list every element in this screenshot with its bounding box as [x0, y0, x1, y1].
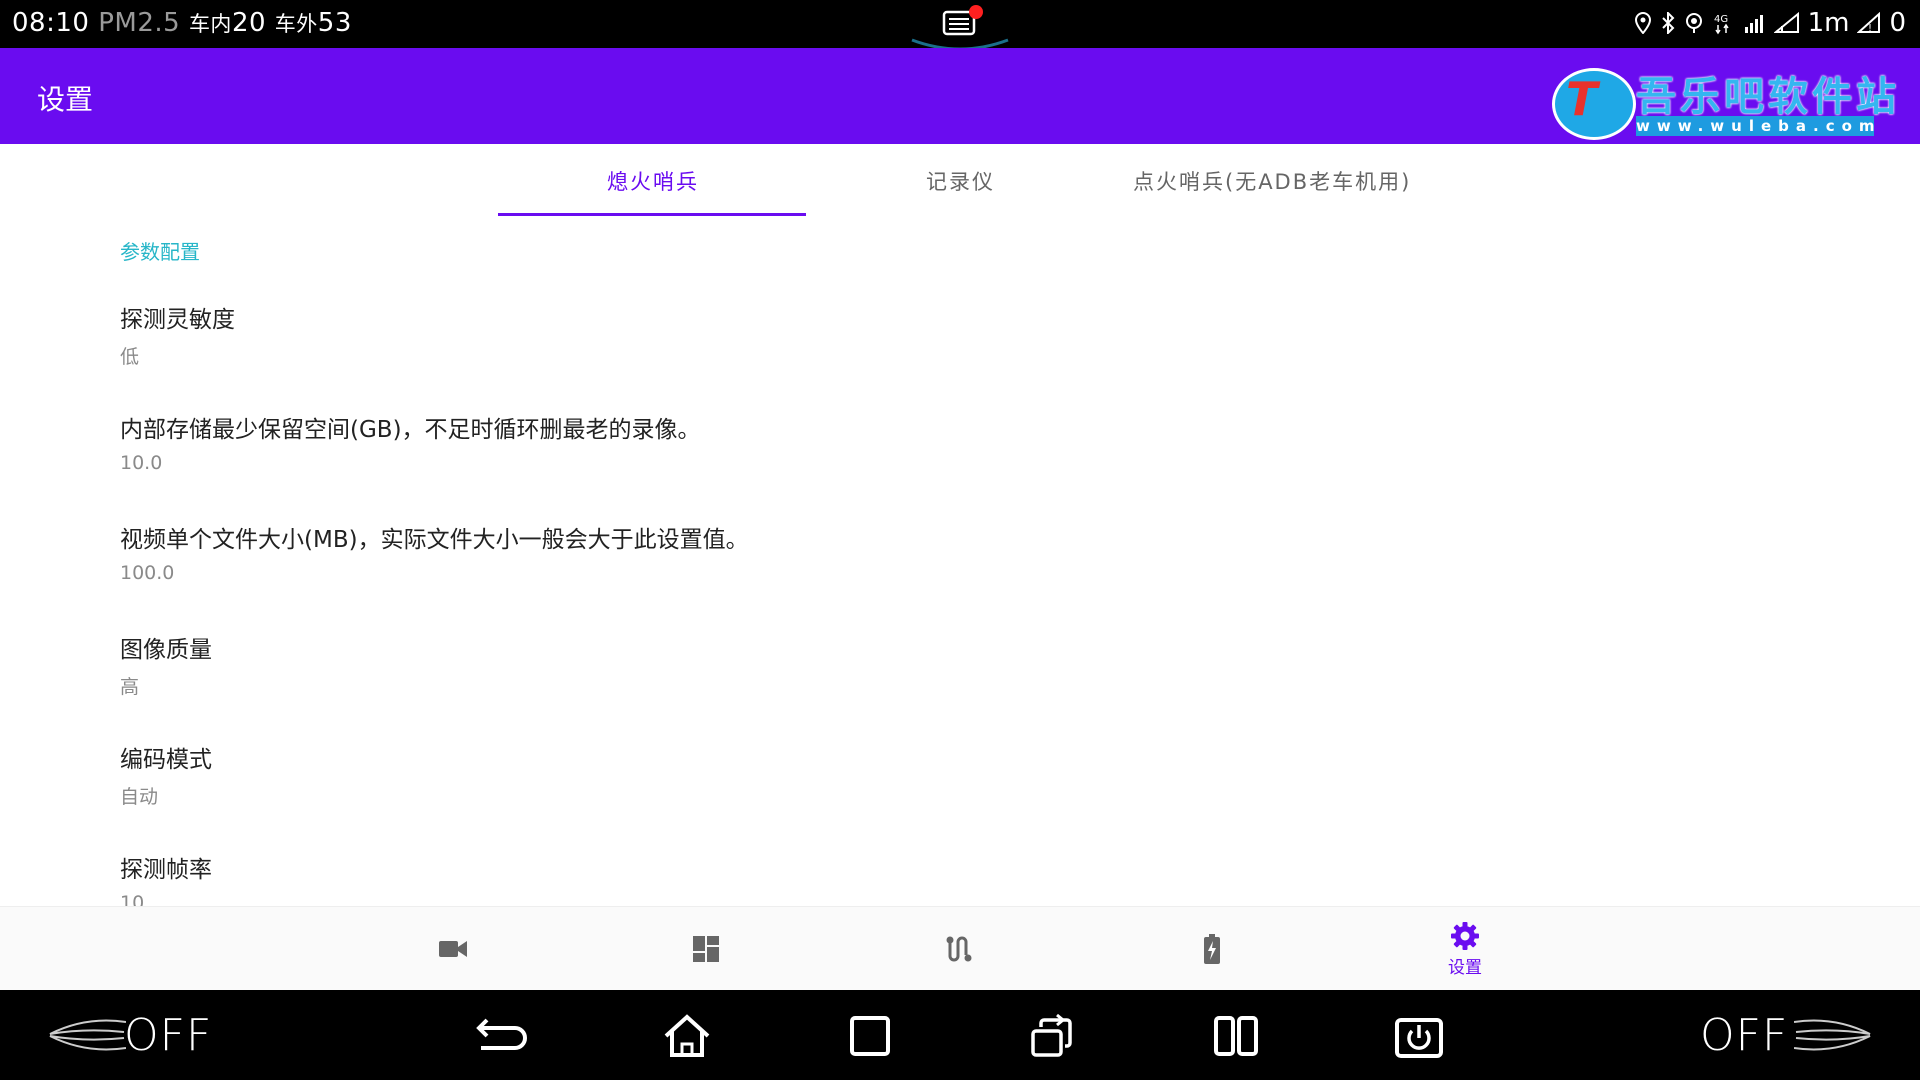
tab-bar: 熄火哨兵 记录仪 点火哨兵(无ADB老车机用)	[0, 144, 1920, 220]
inside-label: 车内	[188, 12, 232, 36]
setting-image-quality[interactable]: 图像质量 高	[120, 630, 1720, 699]
pm25-label: PM2.5	[98, 8, 181, 38]
battery-charging-icon	[1204, 934, 1220, 964]
setting-video-file-size[interactable]: 视频单个文件大小(MB)，实际文件大小一般会大于此设置值。 100.0	[120, 520, 1720, 584]
outside-value: 53	[317, 8, 352, 38]
power-icon	[1395, 1018, 1443, 1058]
video-camera-icon	[439, 941, 467, 957]
setting-detection-framerate[interactable]: 探测帧率 10	[120, 850, 1720, 914]
setting-title: 探测帧率	[120, 857, 212, 883]
route-icon	[946, 936, 972, 962]
bluetooth-icon	[1661, 12, 1674, 34]
4g-icon: 4G	[1714, 14, 1729, 35]
setting-encoding-mode[interactable]: 编码模式 自动	[120, 740, 1720, 809]
multiwindow-button[interactable]	[1023, 1006, 1083, 1066]
right-off-label[interactable]: OFF	[1700, 1010, 1788, 1061]
app-bar: 设置 T 吾乐吧软件站 www.wuleba.com	[0, 48, 1920, 144]
gear-icon	[1451, 921, 1479, 950]
tab-engine-off-sentry[interactable]: 熄火哨兵	[607, 166, 699, 196]
setting-detection-sensitivity[interactable]: 探测灵敏度 低	[120, 300, 1720, 369]
nav-video[interactable]	[403, 907, 503, 991]
nav-route[interactable]	[909, 907, 1009, 991]
setting-title: 探测灵敏度	[120, 307, 235, 333]
setting-value: 100.0	[120, 562, 175, 584]
logo-text: 吾乐吧软件站	[1636, 74, 1900, 120]
inside-value: 20	[231, 8, 267, 38]
section-header: 参数配置	[120, 240, 200, 264]
power-button[interactable]	[1389, 1006, 1449, 1066]
svg-text:4G: 4G	[1714, 14, 1728, 25]
back-icon	[476, 1018, 527, 1050]
signal-outline-icon	[1773, 12, 1799, 33]
nav-settings[interactable]: 设置	[1415, 907, 1515, 991]
setting-value: 低	[120, 346, 140, 368]
signal-icon	[1744, 15, 1763, 33]
nav-battery[interactable]	[1162, 907, 1262, 991]
split-screen-button[interactable]	[1206, 1006, 1266, 1066]
home-icon	[664, 1014, 710, 1057]
bottom-navigation: 设置	[0, 906, 1920, 991]
nav-settings-label: 设置	[1448, 957, 1482, 978]
tab-indicator	[498, 213, 806, 216]
nav-dashboard[interactable]	[656, 907, 756, 991]
status-time: 08:10	[12, 8, 90, 38]
dashboard-icon	[693, 936, 719, 962]
setting-value: 10.0	[120, 452, 163, 474]
left-wing-decoration	[49, 1019, 126, 1051]
right-wing-decoration	[1794, 1019, 1871, 1051]
setting-min-storage[interactable]: 内部存储最少保留空间(GB)，不足时循环删最老的录像。 10.0	[120, 410, 1720, 474]
recents-button[interactable]	[840, 1006, 900, 1066]
setting-value: 自动	[120, 786, 159, 808]
svg-text:!: !	[1868, 23, 1872, 34]
split-screen-icon	[1214, 1016, 1258, 1056]
back-button[interactable]	[472, 1006, 532, 1066]
page-title: 设置	[37, 83, 94, 116]
setting-title: 图像质量	[120, 637, 212, 663]
watermark-logo: T 吾乐吧软件站 www.wuleba.com	[1552, 64, 1896, 146]
setting-title: 内部存储最少保留空间(GB)，不足时循环删最老的录像。	[120, 417, 701, 443]
tab-recorder[interactable]: 记录仪	[926, 166, 995, 196]
status-bar: 08:10 PM2.5 车内20 车外53 4G 1m ! 0	[0, 0, 1920, 51]
setting-value: 高	[120, 676, 140, 698]
wifi-hotspot-icon	[1685, 13, 1702, 33]
setting-title: 视频单个文件大小(MB)，实际文件大小一般会大于此设置值。	[120, 527, 749, 553]
notification-handle[interactable]	[904, 0, 1016, 51]
location-icon	[1634, 12, 1651, 34]
multiwindow-icon	[1031, 1013, 1072, 1057]
outside-label: 车外	[274, 12, 318, 36]
status-right-text2: 0	[1889, 8, 1906, 38]
status-right: 4G 1m ! 0	[1634, 8, 1906, 38]
home-button[interactable]	[657, 1006, 717, 1066]
system-bar: OFF OFF	[0, 990, 1920, 1080]
status-right-text: 1m	[1807, 8, 1850, 38]
signal-warning-icon: !	[1857, 12, 1881, 34]
status-left: 08:10 PM2.5 车内20 车外53	[12, 8, 352, 38]
logo-url: www.wuleba.com	[1636, 116, 1882, 136]
setting-title: 编码模式	[120, 747, 212, 773]
square-icon	[850, 1016, 890, 1056]
logo-letter: T	[1566, 72, 1598, 126]
left-off-label[interactable]: OFF	[124, 1010, 212, 1061]
tab-ignition-sentry[interactable]: 点火哨兵(无ADB老车机用)	[1133, 166, 1411, 196]
